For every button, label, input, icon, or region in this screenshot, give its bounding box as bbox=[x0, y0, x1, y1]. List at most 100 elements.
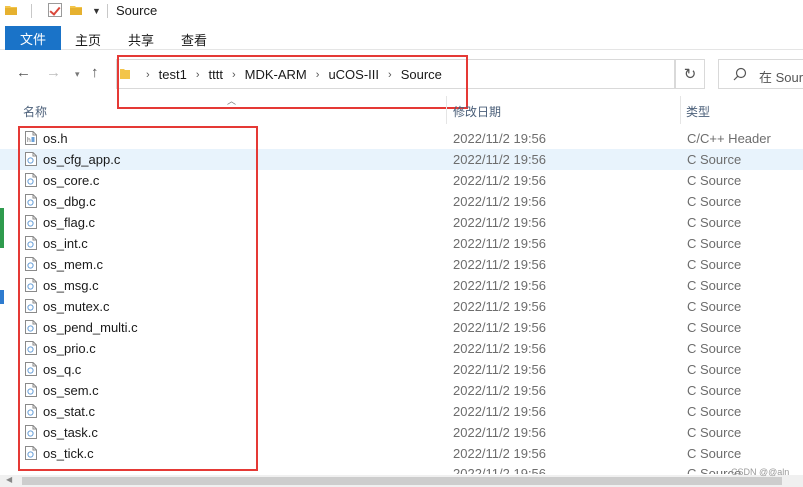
header-file-icon: h bbox=[25, 131, 37, 145]
properties-icon[interactable] bbox=[48, 3, 62, 17]
column-name[interactable]: 名称 bbox=[23, 103, 47, 120]
column-divider[interactable] bbox=[446, 96, 447, 124]
file-type: C Source bbox=[687, 215, 742, 230]
table-row[interactable]: os_dbg.c 2022/11/2 19:56 C Source bbox=[0, 191, 803, 212]
file-name: os_msg.c bbox=[43, 278, 99, 293]
address-bar[interactable]: › test1 › tttt › MDK-ARM › uCOS-III › So… bbox=[116, 59, 777, 89]
tab-home[interactable]: 主页 bbox=[75, 30, 101, 49]
folder-icon bbox=[5, 6, 17, 15]
table-row[interactable]: h os.h 2022/11/2 19:56 C/C++ Header bbox=[0, 128, 803, 149]
search-placeholder: 在 Source bbox=[759, 70, 803, 85]
scroll-left-icon[interactable]: ◀ bbox=[6, 475, 12, 484]
file-date: 2022/11/2 19:56 bbox=[453, 257, 547, 272]
file-type: C Source bbox=[687, 341, 742, 356]
refresh-button[interactable]: ↻ bbox=[675, 59, 705, 89]
file-name: os_tick.c bbox=[43, 446, 94, 461]
file-list: h os.h 2022/11/2 19:56 C/C++ Header os_cfg_a… bbox=[0, 128, 803, 474]
tab-file[interactable]: 文件 bbox=[5, 26, 61, 50]
refresh-icon: ↻ bbox=[683, 66, 697, 83]
c-source-file-icon bbox=[25, 362, 37, 376]
file-date: 2022/11/2 19:56 bbox=[453, 131, 547, 146]
file-type: C Source bbox=[687, 383, 742, 398]
svg-text:h: h bbox=[27, 137, 31, 144]
table-row[interactable]: os_msg.c 2022/11/2 19:56 C Source bbox=[0, 275, 803, 296]
chevron-right-icon[interactable]: › bbox=[146, 69, 150, 81]
c-source-file-icon bbox=[25, 299, 37, 313]
c-source-file-icon bbox=[25, 278, 37, 292]
c-source-file-icon bbox=[25, 320, 37, 334]
file-name: os_sem.c bbox=[43, 383, 99, 398]
table-row[interactable]: os_int.c 2022/11/2 19:56 C Source bbox=[0, 233, 803, 254]
file-date: 2022/11/2 19:56 bbox=[453, 194, 547, 209]
table-row[interactable]: os_tick.c 2022/11/2 19:56 C Source bbox=[0, 443, 803, 464]
table-row[interactable]: os_mutex.c 2022/11/2 19:56 C Source bbox=[0, 296, 803, 317]
new-folder-icon[interactable] bbox=[70, 4, 82, 16]
file-name: os_stat.c bbox=[43, 404, 96, 419]
file-type: C Source bbox=[687, 404, 742, 419]
breadcrumb-item[interactable]: uCOS-III bbox=[328, 67, 379, 82]
file-type: C Source bbox=[687, 320, 742, 335]
c-source-file-icon bbox=[25, 236, 37, 250]
table-row[interactable]: os_prio.c 2022/11/2 19:56 C Source bbox=[0, 338, 803, 359]
file-date: 2022/11/2 19:56 bbox=[453, 341, 547, 356]
table-row[interactable]: os_pend_multi.c 2022/11/2 19:56 C Source bbox=[0, 317, 803, 338]
window-title: Source bbox=[116, 3, 158, 18]
file-date: 2022/11/2 19:56 bbox=[453, 299, 547, 314]
file-type: C/C++ Header bbox=[687, 131, 771, 146]
table-row[interactable]: os_sem.c 2022/11/2 19:56 C Source bbox=[0, 380, 803, 401]
title-bar: ▼ Source bbox=[0, 0, 803, 24]
file-date: 2022/11/2 19:56 bbox=[453, 173, 547, 188]
file-date: 2022/11/2 19:56 bbox=[453, 362, 547, 377]
chevron-right-icon[interactable]: › bbox=[388, 69, 392, 81]
breadcrumb-item[interactable]: MDK-ARM bbox=[245, 67, 307, 82]
table-row[interactable]: os_stat.c 2022/11/2 19:56 C Source bbox=[0, 401, 803, 422]
tab-share[interactable]: 共享 bbox=[128, 30, 154, 49]
breadcrumb-item[interactable]: tttt bbox=[209, 67, 223, 82]
up-arrow-icon[interactable]: ↑ bbox=[91, 64, 99, 81]
file-type: C Source bbox=[687, 236, 742, 251]
file-name: os.h bbox=[43, 131, 68, 146]
toolbar-separator bbox=[31, 4, 32, 18]
file-name: os_mutex.c bbox=[43, 299, 110, 314]
file-date: 2022/11/2 19:56 bbox=[453, 466, 547, 474]
horizontal-scrollbar[interactable]: ◀ bbox=[0, 475, 803, 487]
file-name: os_int.c bbox=[43, 236, 88, 251]
search-input[interactable]: 在 Source bbox=[718, 59, 803, 89]
chevron-right-icon[interactable]: › bbox=[232, 69, 236, 81]
table-row[interactable]: os_task.c 2022/11/2 19:56 C Source bbox=[0, 422, 803, 443]
file-type: C Source bbox=[687, 257, 742, 272]
c-source-file-icon bbox=[25, 215, 37, 229]
column-type[interactable]: 类型 bbox=[686, 103, 710, 120]
file-name: os_mem.c bbox=[43, 257, 103, 272]
file-name: os_prio.c bbox=[43, 341, 96, 356]
table-row[interactable]: os_core.c 2022/11/2 19:56 C Source bbox=[0, 170, 803, 191]
back-arrow-icon[interactable]: ← bbox=[16, 64, 31, 81]
table-row[interactable]: os_mem.c 2022/11/2 19:56 C Source bbox=[0, 254, 803, 275]
column-divider[interactable] bbox=[680, 96, 681, 124]
watermark: CSDN @@aln bbox=[731, 467, 790, 477]
chevron-right-icon[interactable]: › bbox=[316, 69, 320, 81]
customize-toolbar-icon[interactable]: ▼ bbox=[92, 6, 101, 16]
table-row[interactable]: os_q.c 2022/11/2 19:56 C Source bbox=[0, 359, 803, 380]
c-source-file-icon bbox=[25, 425, 37, 439]
toolbar-separator bbox=[107, 4, 108, 18]
file-date: 2022/11/2 19:56 bbox=[453, 425, 547, 440]
c-source-file-icon bbox=[25, 446, 37, 460]
table-row[interactable]: os_flag.c 2022/11/2 19:56 C Source bbox=[0, 212, 803, 233]
breadcrumb-item[interactable]: test1 bbox=[159, 67, 187, 82]
file-date: 2022/11/2 19:56 bbox=[453, 404, 547, 419]
file-name: os_flag.c bbox=[43, 215, 96, 230]
column-date-modified[interactable]: 修改日期 bbox=[453, 103, 501, 120]
forward-arrow-icon[interactable]: → bbox=[46, 64, 61, 81]
folder-icon bbox=[120, 69, 130, 79]
breadcrumb-item[interactable]: Source bbox=[401, 67, 442, 82]
chevron-right-icon[interactable]: › bbox=[196, 69, 200, 81]
table-row[interactable]: os_cfg_app.c 2022/11/2 19:56 C Source bbox=[0, 149, 803, 170]
recent-locations-icon[interactable]: ▾ bbox=[75, 69, 80, 80]
table-row[interactable]: 2022/11/2 19:56 C Source bbox=[0, 464, 803, 474]
tab-view[interactable]: 查看 bbox=[181, 30, 207, 49]
file-name: os_cfg_app.c bbox=[43, 152, 121, 167]
file-type: C Source bbox=[687, 446, 742, 461]
file-name: os_q.c bbox=[43, 362, 82, 377]
scrollbar-thumb[interactable] bbox=[22, 477, 782, 485]
